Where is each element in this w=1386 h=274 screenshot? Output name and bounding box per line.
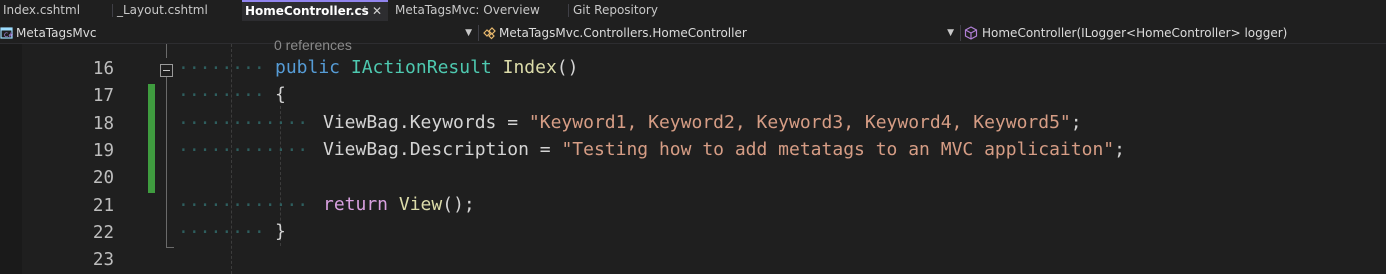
tab-metatagsmvc-overview[interactable]: MetaTagsMvc: Overview — [392, 0, 566, 21]
method-cube-icon — [964, 26, 978, 40]
whitespace-markers: ············ — [178, 140, 309, 161]
code-line-18: ViewBag.Keywords = "Keyword1, Keyword2, … — [323, 112, 1082, 133]
svg-text:C#: C# — [4, 32, 13, 39]
whitespace-markers: ········ — [178, 222, 265, 243]
method-token: View — [398, 194, 443, 215]
semicolon: ; — [1070, 112, 1082, 133]
tab-label: _Layout.cshtml — [117, 3, 208, 17]
code-editor[interactable]: 0 references 16 17 18 19 20 21 22 23 ···… — [0, 37, 1386, 274]
semicolon: ; — [1114, 139, 1125, 160]
class-icon — [483, 27, 496, 40]
line-number: 23 — [92, 250, 114, 270]
whitespace-markers: ············ — [178, 113, 309, 134]
outline-line — [166, 44, 167, 58]
open-brace: { — [275, 84, 286, 105]
class-name: MetaTagsMvc.Controllers.HomeController — [499, 26, 747, 40]
line-number: 18 — [92, 114, 114, 134]
whitespace-markers: ········ — [178, 85, 265, 106]
tab-divider — [112, 4, 113, 17]
line-number: 17 — [92, 86, 114, 106]
member-name: HomeController(ILogger<HomeController> l… — [982, 26, 1288, 40]
chevron-down-icon: ▼ — [465, 28, 472, 38]
property-token: Description — [409, 139, 529, 160]
navigation-bar: C# MetaTagsMvc ▼ MetaTagsMvc.Controllers… — [0, 22, 1386, 44]
collapse-region-icon[interactable] — [160, 64, 173, 77]
operator-token: = — [528, 139, 562, 160]
object-token: ViewBag — [323, 112, 399, 133]
tab-label: Index.cshtml — [3, 3, 81, 17]
control-keyword-token: return — [323, 194, 389, 215]
member-dropdown[interactable]: HomeController(ILogger<HomeController> l… — [962, 22, 1386, 44]
punctuation-token: () — [556, 57, 579, 78]
tab-git-repository[interactable]: Git Repository — [570, 0, 690, 21]
project-name: MetaTagsMvc — [16, 26, 97, 40]
operator-token: = — [496, 112, 529, 133]
code-line-17: { — [275, 84, 286, 105]
tab-index-cshtml[interactable]: Index.cshtml — [0, 0, 110, 21]
code-line-19: ViewBag.Description = "Testing how to ad… — [323, 139, 1125, 160]
pin-tab-icon[interactable]: ⊣ — [357, 2, 366, 20]
close-tab-icon[interactable]: ✕ — [372, 2, 382, 20]
editor-margin — [0, 44, 22, 274]
code-line-22: } — [275, 221, 286, 242]
outline-line — [166, 77, 167, 247]
whitespace-markers: ········ — [178, 58, 265, 79]
line-number: 20 — [92, 168, 114, 188]
tab-homecontroller-cs[interactable]: HomeController.cs ⊣ ✕ — [242, 0, 388, 21]
line-number: 19 — [92, 141, 114, 161]
string-literal: "Testing how to add metatags to an MVC a… — [561, 139, 1115, 160]
tab-label: Git Repository — [573, 3, 658, 17]
code-line-21: return View(); — [323, 194, 475, 215]
whitespace-markers: ············ — [178, 195, 309, 216]
tab-label: HomeController.cs — [245, 4, 369, 18]
project-dropdown[interactable]: C# MetaTagsMvc ▼ — [0, 22, 476, 44]
line-number: 22 — [92, 223, 114, 243]
punctuation-token: (); — [442, 194, 475, 215]
tab-label: MetaTagsMvc: Overview — [395, 3, 540, 17]
chevron-down-icon: ▼ — [947, 28, 954, 38]
close-brace: } — [275, 221, 286, 242]
outline-end — [166, 247, 174, 248]
property-token: Keywords — [409, 112, 497, 133]
code-line-16: public IActionResult Index() — [275, 57, 578, 78]
codelens-references[interactable]: 0 references — [274, 37, 352, 53]
document-tab-strip: Index.cshtml _Layout.cshtml HomeControll… — [0, 0, 1386, 21]
object-token: ViewBag — [323, 139, 399, 160]
nav-divider — [478, 25, 479, 41]
line-number: 21 — [92, 196, 114, 216]
type-token: IActionResult — [350, 57, 492, 78]
tab-layout-cshtml[interactable]: _Layout.cshtml — [114, 0, 240, 21]
keyword-token: public — [275, 57, 341, 78]
nav-divider — [960, 25, 961, 41]
class-dropdown[interactable]: MetaTagsMvc.Controllers.HomeController ▼ — [480, 22, 958, 44]
line-number: 16 — [92, 59, 114, 79]
string-literal: "Keyword1, Keyword2, Keyword3, Keyword4,… — [528, 112, 1071, 133]
modified-lines-indicator — [148, 84, 155, 193]
tab-divider — [568, 4, 569, 17]
method-token: Index — [502, 57, 557, 78]
csharp-project-icon: C# — [0, 27, 13, 39]
